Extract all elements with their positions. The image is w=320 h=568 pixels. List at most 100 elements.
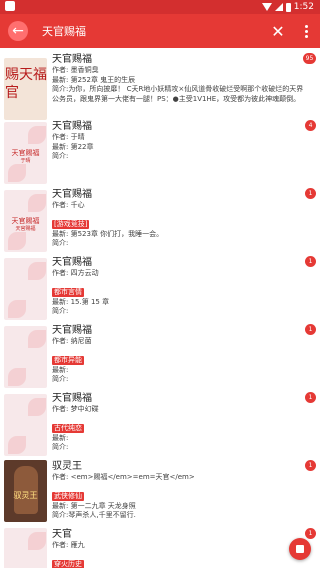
book-title: 驭灵王 bbox=[52, 461, 82, 472]
source-count-badge: 4 bbox=[305, 120, 316, 131]
cover-petal bbox=[28, 194, 46, 212]
source-count-badge: 1 bbox=[305, 256, 316, 267]
list-item[interactable]: 驭灵王 驭灵王 作者: <em>赐福</em>=em=天官</em> 武侠修仙 最新: … bbox=[0, 460, 320, 526]
book-title: 天官赐福 bbox=[52, 393, 92, 404]
book-title: 天官赐福 bbox=[52, 54, 92, 65]
category-tag-wrap: [游戏竞技] bbox=[52, 211, 304, 230]
status-time: 1:52 bbox=[293, 2, 314, 12]
book-author: 作者: 千心 bbox=[52, 201, 85, 209]
book-intro: 简介: bbox=[52, 443, 69, 451]
stop-icon bbox=[296, 545, 304, 553]
source-count-badge: 1 bbox=[305, 188, 316, 199]
book-author: 作者: 梦中幻碟 bbox=[52, 405, 99, 413]
book-title: 天官 bbox=[52, 529, 72, 540]
book-intro: 简介: bbox=[52, 239, 69, 247]
book-cover bbox=[4, 326, 47, 388]
book-info: 天官赐福 作者: 墨香铜臭 最新: 第252章 鬼王的生辰 简介:为你，所向披靡！ C… bbox=[52, 53, 304, 104]
source-count-badge: 1 bbox=[305, 324, 316, 335]
source-count-badge: 95 bbox=[303, 53, 316, 64]
book-intro: 简介: bbox=[52, 375, 69, 383]
list-item[interactable]: 天官赐福 于晴 天官赐福 作者: 于晴 最新: 第22章 简介: 4 bbox=[0, 120, 320, 186]
category-tag-wrap: 穿火历史 bbox=[52, 551, 304, 568]
book-latest-chapter: 最新: 第252章 鬼王的生辰 bbox=[52, 75, 136, 84]
book-info: 天官赐福 作者: 纳尼菌 都市异能 最新: 简介: bbox=[52, 324, 304, 385]
book-latest-chapter: 最新: 第22章 bbox=[52, 142, 94, 151]
book-intro: 简介: bbox=[52, 152, 69, 160]
book-info: 天官赐福 作者: 四方云动 都市言情 最新: 15.第 15 章简介: bbox=[52, 256, 304, 317]
cover-petal bbox=[28, 330, 46, 348]
book-intro: 简介: bbox=[52, 307, 69, 315]
stop-button[interactable] bbox=[289, 538, 311, 560]
book-author: 作者: 于晴 bbox=[52, 133, 85, 141]
book-intro: 简介:为你，所向披靡！ C夭R地小妖精攻×仙风道骨收破烂受啊那个收破烂的天界公务… bbox=[52, 85, 304, 103]
search-results-list[interactable]: 赐天福官 天官赐福 作者: 墨香铜臭 最新: 第252章 鬼王的生辰 简介:为你，所向披… bbox=[0, 48, 320, 568]
cover-subtitle: 天官赐福 bbox=[15, 226, 36, 232]
category-tag: 武侠修仙 bbox=[52, 491, 84, 501]
book-info: 天官赐福 作者: 千心 [游戏竞技] 最新: 第523章 你们打，我睡一会。 简介: bbox=[52, 188, 304, 249]
list-item[interactable]: 天官赐福 作者: 纳尼菌 都市异能 最新: 简介: 1 bbox=[0, 324, 320, 390]
book-title: 天官赐福 bbox=[52, 325, 92, 336]
book-title: 天官赐福 bbox=[52, 189, 92, 200]
book-cover bbox=[4, 258, 47, 320]
book-info: 天官赐福 作者: 梦中幻碟 古代纯恋 最新: 简介: bbox=[52, 392, 304, 453]
close-icon[interactable]: ✕ bbox=[268, 22, 288, 41]
search-toolbar: ← 天官赐福 ✕ bbox=[0, 14, 320, 48]
book-author: 作者: 墨香铜臭 bbox=[52, 66, 99, 74]
signal-icon bbox=[274, 3, 283, 11]
wifi-icon bbox=[261, 3, 272, 11]
book-latest-chapter: 最新: bbox=[52, 365, 69, 374]
book-cover: 驭灵王 bbox=[4, 460, 47, 522]
book-cover bbox=[4, 394, 47, 456]
list-item[interactable]: 天官作者: 雁九穿火历史最新: 第一百七十五章 余音（大结局）1 bbox=[0, 528, 320, 568]
category-tag: 古代纯恋 bbox=[52, 423, 84, 433]
book-info: 天官赐福 作者: 于晴 最新: 第22章 简介: bbox=[52, 120, 304, 162]
cover-petal bbox=[28, 126, 46, 144]
cover-petal bbox=[28, 532, 46, 550]
book-author: 作者: <em>赐福</em>=em=天官</em> bbox=[52, 473, 195, 481]
cover-title: 赐天福官 bbox=[5, 67, 47, 101]
list-item[interactable]: 天官赐福 天官赐福 天官赐福 作者: 千心 [游戏竞技] 最新: 第523章 你们打，我睡… bbox=[0, 188, 320, 254]
more-vert-icon[interactable] bbox=[296, 21, 316, 41]
book-latest-chapter: 最新: 15.第 15 章 bbox=[52, 297, 110, 306]
cover-petal bbox=[8, 232, 26, 250]
category-tag: 穿火历史 bbox=[52, 559, 84, 568]
back-arrow-icon[interactable]: ← bbox=[8, 21, 28, 41]
cover-title: 驭灵王 bbox=[13, 491, 38, 500]
category-tag: [游戏竞技] bbox=[52, 219, 90, 229]
cover-petal bbox=[28, 262, 46, 280]
list-item[interactable]: 天官赐福 作者: 梦中幻碟 古代纯恋 最新: 简介: 1 bbox=[0, 392, 320, 458]
book-title: 天官赐福 bbox=[52, 257, 92, 268]
book-latest-chapter: 最新: 第523章 你们打，我睡一会。 bbox=[52, 229, 164, 238]
book-cover: 天官赐福 于晴 bbox=[4, 122, 47, 184]
status-bar: 1:52 bbox=[0, 0, 320, 14]
cover-petal bbox=[28, 398, 46, 416]
cover-subtitle: 于晴 bbox=[20, 158, 31, 164]
book-cover: 天官赐福 天官赐福 bbox=[4, 190, 47, 252]
book-author: 作者: 纳尼菌 bbox=[52, 337, 92, 345]
search-input[interactable]: 天官赐福 bbox=[42, 23, 268, 39]
list-item[interactable]: 天官赐福 作者: 四方云动 都市言情 最新: 15.第 15 章简介: 1 bbox=[0, 256, 320, 322]
cover-petal bbox=[8, 368, 26, 386]
book-info: 驭灵王 作者: <em>赐福</em>=em=天官</em> 武侠修仙 最新: 第一二… bbox=[52, 460, 304, 521]
book-author: 作者: 雁九 bbox=[52, 541, 85, 549]
source-count-badge: 1 bbox=[305, 528, 316, 539]
source-count-badge: 1 bbox=[305, 392, 316, 403]
category-tag-wrap: 都市异能 bbox=[52, 347, 304, 366]
category-tag-wrap: 都市言情 bbox=[52, 279, 304, 298]
category-tag-wrap: 古代纯恋 bbox=[52, 415, 304, 434]
category-tag: 都市言情 bbox=[52, 287, 84, 297]
notification-icon bbox=[5, 1, 15, 11]
book-cover bbox=[4, 528, 47, 568]
cover-petal bbox=[8, 436, 26, 454]
book-title: 天官赐福 bbox=[52, 121, 92, 132]
book-author: 作者: 四方云动 bbox=[52, 269, 99, 277]
category-tag: 都市异能 bbox=[52, 355, 84, 365]
category-tag-wrap: 武侠修仙 bbox=[52, 483, 304, 502]
book-info: 天官作者: 雁九穿火历史最新: 第一百七十五章 余音（大结局） bbox=[52, 528, 304, 568]
source-count-badge: 1 bbox=[305, 460, 316, 471]
cover-petal bbox=[8, 300, 26, 318]
list-item[interactable]: 赐天福官 天官赐福 作者: 墨香铜臭 最新: 第252章 鬼王的生辰 简介:为你，所向披… bbox=[0, 53, 320, 120]
book-latest-chapter: 最新: bbox=[52, 433, 69, 442]
book-intro: 简介:琴声杀人,千里不留行. bbox=[52, 511, 136, 519]
book-latest-chapter: 最新: 第一二九章 天龙身照 bbox=[52, 501, 136, 510]
